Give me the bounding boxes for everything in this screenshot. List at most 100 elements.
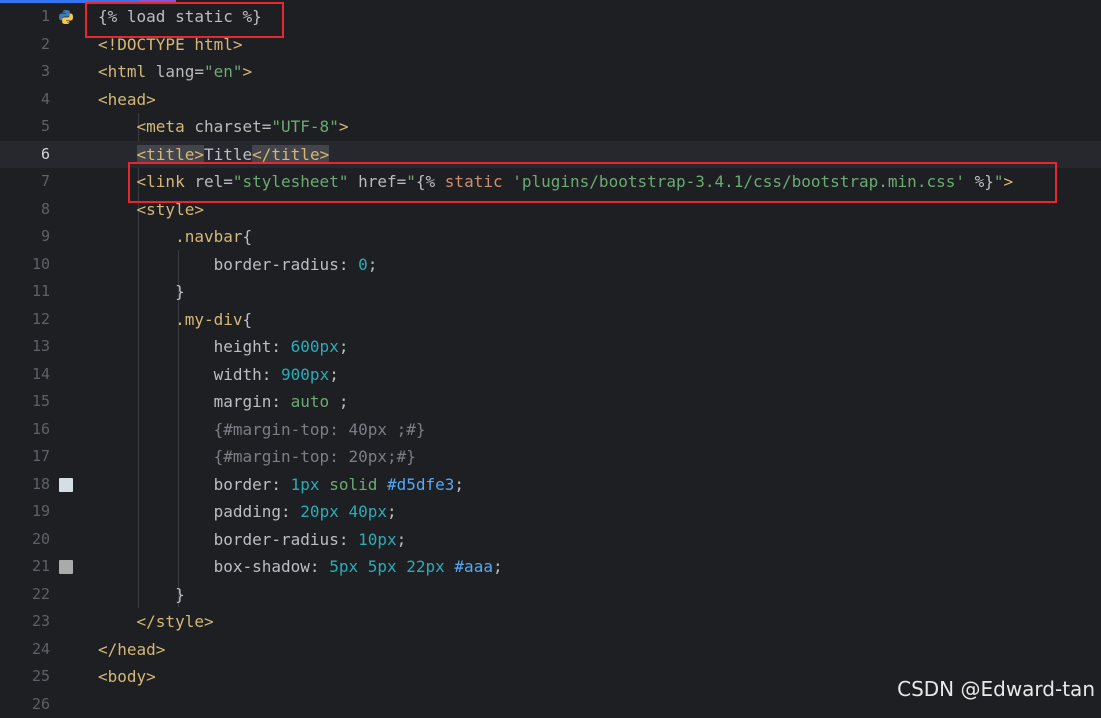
code-token: border-radius: [214,255,359,274]
code-line-20[interactable]: 20 border-radius: 10px; [0,526,1101,554]
code-text[interactable]: border-radius: 0; [98,251,377,279]
code-line-12[interactable]: 12 .my-div{ [0,306,1101,334]
code-text[interactable]: width: 900px; [98,361,339,389]
code-line-3[interactable]: 3 <html lang="en"> [0,58,1101,86]
code-token: height: [98,337,291,356]
code-token: auto [291,392,330,411]
code-line-23[interactable]: 23 </style> [0,608,1101,636]
code-text[interactable]: {#margin-top: 40px ;#} [98,416,426,444]
line-number[interactable]: 14 [0,361,50,389]
code-text[interactable]: .navbar{ [98,223,252,251]
code-text[interactable]: } [98,581,185,609]
code-line-22[interactable]: 22 } [0,581,1101,609]
code-text[interactable]: border: 1px solid #d5dfe3; [98,471,464,499]
color-swatch-icon[interactable] [59,478,73,492]
code-token: > [339,117,349,136]
color-swatch-icon[interactable] [59,560,73,574]
code-token: lang= [156,62,204,81]
line-number[interactable]: 10 [0,251,50,279]
python-icon[interactable] [58,9,73,24]
code-token: { [243,227,253,246]
code-token: .navbar [175,227,242,246]
line-number[interactable]: 16 [0,416,50,444]
code-token: charset= [194,117,271,136]
line-number[interactable]: 3 [0,58,50,86]
code-token: <html [98,62,156,81]
code-text[interactable]: </head> [98,636,165,664]
code-line-24[interactable]: 24 </head> [0,636,1101,664]
line-number[interactable]: 12 [0,306,50,334]
code-token: ; [387,502,397,521]
line-number[interactable]: 9 [0,223,50,251]
code-token: #d5dfe3 [387,475,454,494]
code-token: ; [368,255,378,274]
code-text[interactable]: {#margin-top: 20px;#} [98,443,416,471]
line-number[interactable]: 22 [0,581,50,609]
code-token [98,227,175,246]
code-line-21[interactable]: 21 box-shadow: 5px 5px 22px #aaa; [0,553,1101,581]
code-text[interactable]: } [98,278,185,306]
line-number[interactable]: 13 [0,333,50,361]
code-token: ; [329,392,348,411]
code-line-17[interactable]: 17 {#margin-top: 20px;#} [0,443,1101,471]
code-token: "en" [204,62,243,81]
code-token: solid [329,475,387,494]
code-editor[interactable]: 1{% load static %}2<!DOCTYPE html>3<html… [0,3,1101,707]
line-number[interactable]: 23 [0,608,50,636]
code-line-15[interactable]: 15 margin: auto ; [0,388,1101,416]
code-text[interactable]: </style> [98,608,214,636]
code-text[interactable]: <body> [98,663,156,691]
code-line-9[interactable]: 9 .navbar{ [0,223,1101,251]
code-line-4[interactable]: 4 <head> [0,86,1101,114]
line-number[interactable]: 8 [0,196,50,224]
code-text[interactable]: margin: auto ; [98,388,348,416]
code-text[interactable]: padding: 20px 40px; [98,498,397,526]
line-number[interactable]: 21 [0,553,50,581]
highlight-load-static [85,2,284,38]
code-text[interactable]: <html lang="en"> [98,58,252,86]
code-line-18[interactable]: 18 border: 1px solid #d5dfe3; [0,471,1101,499]
code-text[interactable]: box-shadow: 5px 5px 22px #aaa; [98,553,503,581]
line-number[interactable]: 26 [0,691,50,718]
code-text[interactable]: <head> [98,86,156,114]
line-number[interactable]: 6 [0,141,50,169]
line-number[interactable]: 15 [0,388,50,416]
line-number[interactable]: 17 [0,443,50,471]
line-number[interactable]: 20 [0,526,50,554]
code-token: Title [204,145,252,164]
code-token [98,117,137,136]
code-token: </title> [252,145,329,164]
code-line-11[interactable]: 11 } [0,278,1101,306]
line-number[interactable]: 25 [0,663,50,691]
line-number[interactable]: 18 [0,471,50,499]
code-line-19[interactable]: 19 padding: 20px 40px; [0,498,1101,526]
code-token: > [243,62,253,81]
line-number[interactable]: 24 [0,636,50,664]
line-number[interactable]: 1 [0,3,50,31]
code-line-14[interactable]: 14 width: 900px; [0,361,1101,389]
line-number[interactable]: 19 [0,498,50,526]
code-text[interactable]: border-radius: 10px; [98,526,406,554]
code-token: border: [98,475,291,494]
line-number[interactable]: 4 [0,86,50,114]
code-token: {#margin-top: 40px ;#} [214,420,426,439]
line-number[interactable]: 5 [0,113,50,141]
code-token [98,145,137,164]
line-number[interactable]: 7 [0,168,50,196]
code-token: 900px [281,365,329,384]
code-line-13[interactable]: 13 height: 600px; [0,333,1101,361]
code-token: {#margin-top: 20px;#} [214,447,416,466]
code-token: #aaa [454,557,493,576]
code-line-10[interactable]: 10 border-radius: 0; [0,251,1101,279]
code-token: margin: [98,392,291,411]
line-number[interactable]: 2 [0,31,50,59]
line-number[interactable]: 11 [0,278,50,306]
code-line-5[interactable]: 5 <meta charset="UTF-8"> [0,113,1101,141]
code-line-16[interactable]: 16 {#margin-top: 40px ;#} [0,416,1101,444]
code-text[interactable]: height: 600px; [98,333,348,361]
code-token: 10px [358,530,397,549]
code-text[interactable]: <meta charset="UTF-8"> [98,113,348,141]
code-token [98,447,214,466]
code-text[interactable]: .my-div{ [98,306,252,334]
code-token: </head> [98,640,165,659]
